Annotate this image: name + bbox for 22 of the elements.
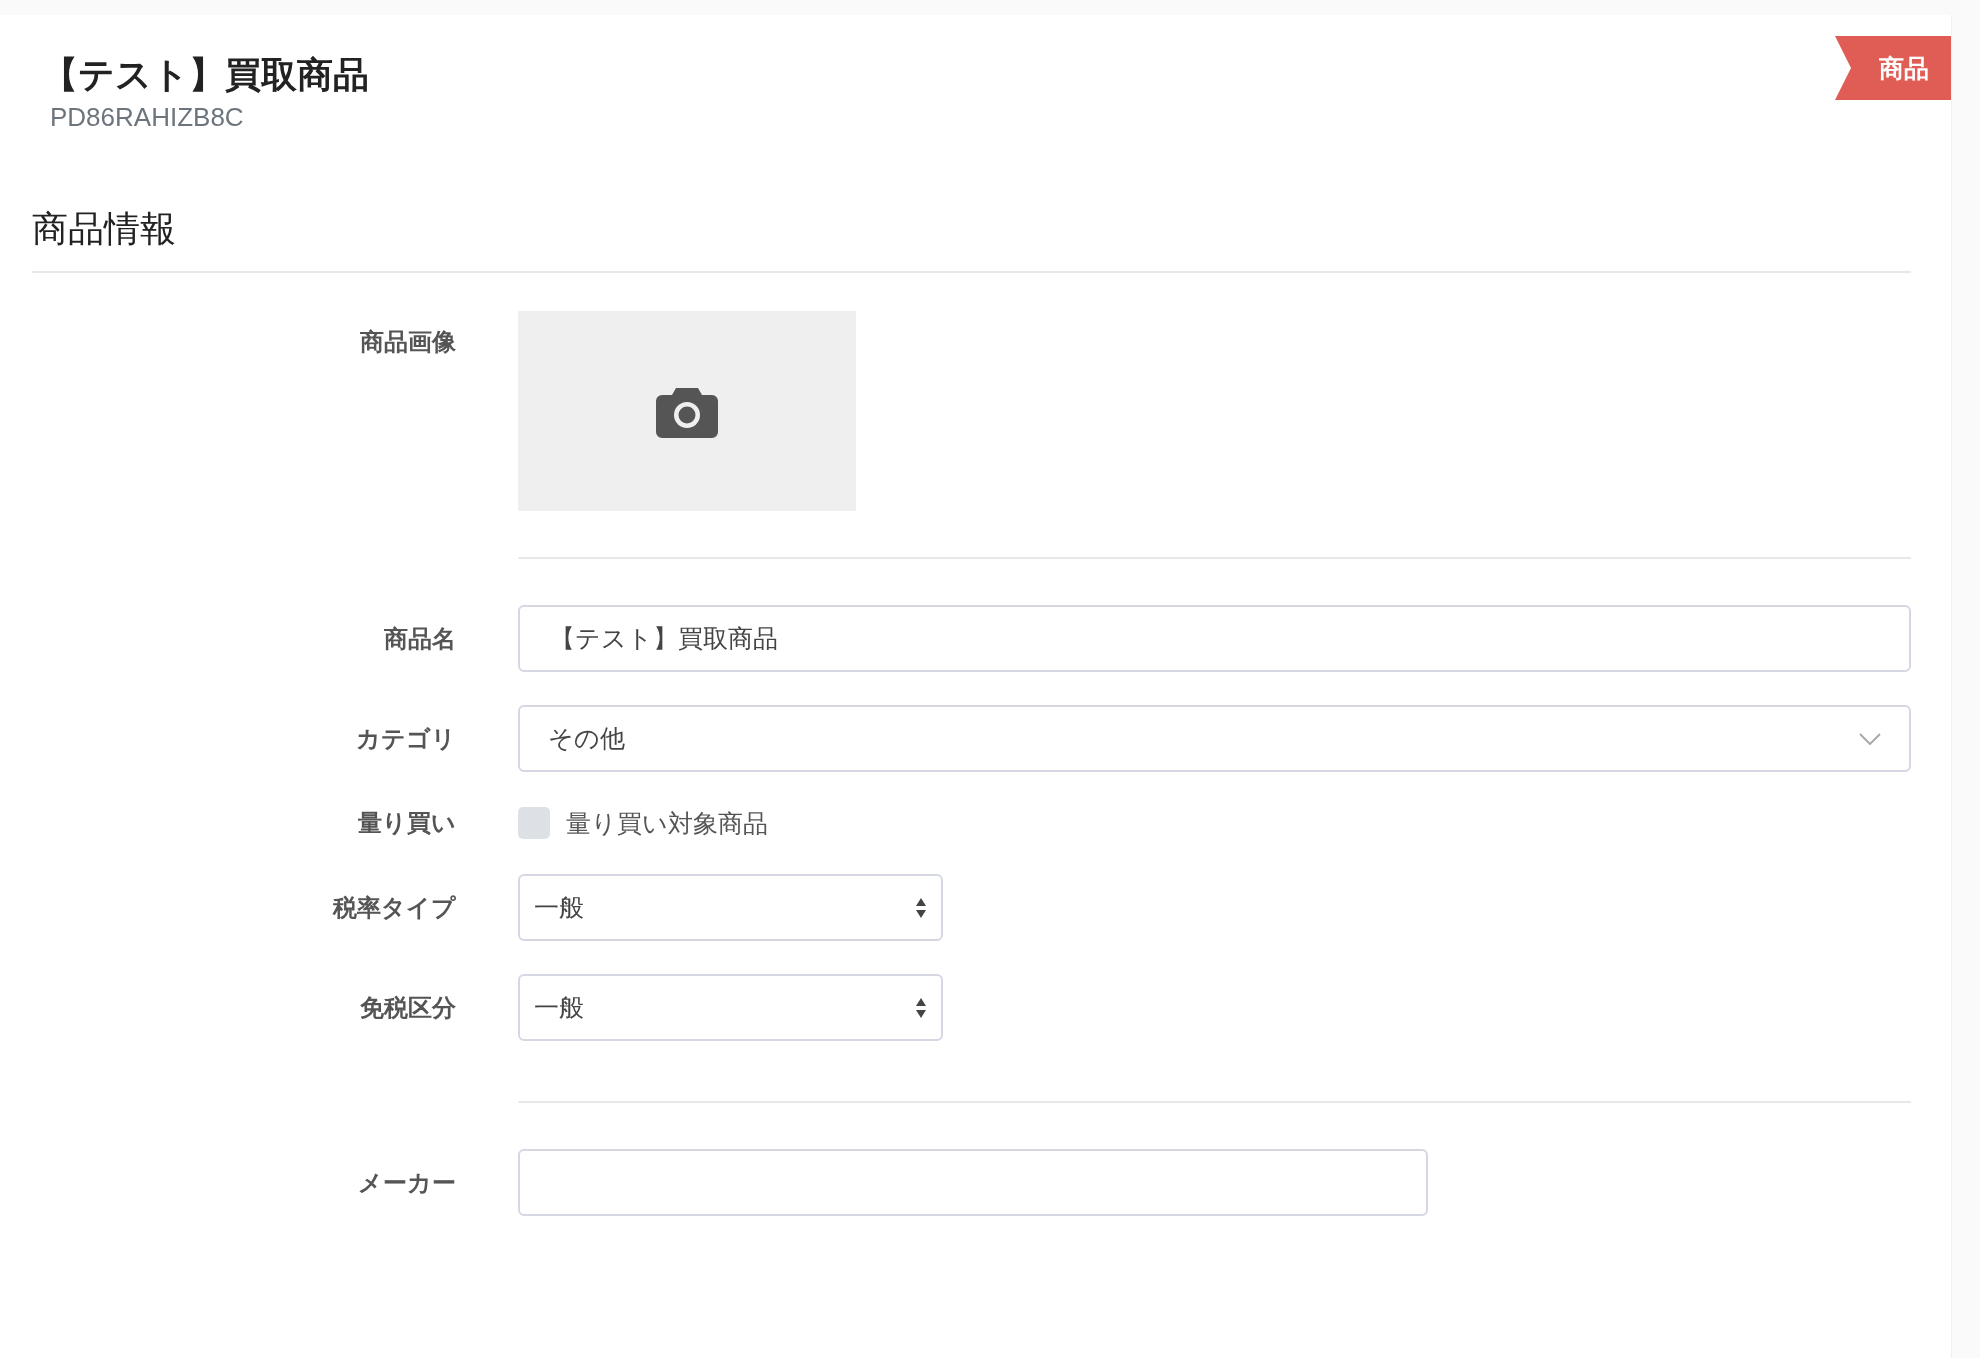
up-down-arrows-icon: [915, 896, 927, 919]
field-label: 免税区分: [359, 992, 456, 1024]
section-title: 商品情報: [32, 207, 177, 251]
product-badge: 商品: [1835, 36, 1951, 100]
field-label: 商品名: [383, 623, 456, 655]
image-upload-area[interactable]: [518, 311, 856, 511]
category-select[interactable]: その他: [518, 705, 1911, 772]
product-title: 【テスト】買取商品: [42, 53, 369, 97]
field-label: 商品画像: [359, 327, 456, 358]
checkbox-label: 量り買い対象商品: [566, 807, 768, 840]
field-label: 量り買い: [357, 808, 456, 839]
up-down-arrows-icon: [915, 996, 927, 1019]
text-field[interactable]: 【テスト】買取商品: [518, 605, 1911, 672]
chevron-down-icon: [1859, 732, 1881, 745]
field-label: メーカー: [357, 1167, 456, 1199]
text-field[interactable]: [518, 1149, 1428, 1216]
field-label: 税率タイプ: [331, 892, 456, 924]
product-code: PD86RAHIZB8C: [50, 101, 245, 133]
checkbox[interactable]: [518, 807, 550, 839]
field-label: カテゴリ: [355, 723, 456, 755]
select-field[interactable]: 一般: [518, 874, 943, 941]
select-field[interactable]: 一般: [518, 974, 943, 1041]
